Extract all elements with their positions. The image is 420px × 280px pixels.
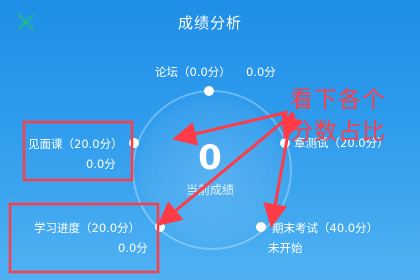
forum-label: 论坛（0.0分） — [155, 65, 231, 79]
progress-score: 0.0分 — [118, 241, 148, 255]
progress-label: 学习进度（20.0分） — [34, 221, 141, 235]
progress-dot — [155, 222, 165, 232]
lecture-dot — [129, 138, 139, 148]
current-score-label: 当前成绩 — [185, 183, 234, 197]
progress-highlight-box — [8, 202, 160, 274]
forum-dot — [204, 86, 214, 96]
quiz-dot — [280, 138, 290, 148]
page-title: 成绩分析 — [177, 14, 242, 32]
lecture-label: 见面课（20.0分） — [28, 137, 123, 151]
final-exam-label: 期末考试（40.0分） — [272, 221, 379, 235]
score-analysis-screen: 成绩分析 0 当前成绩 论坛（0.0分） 0.0分 见面课（20.0分） 0.0… — [0, 0, 420, 280]
annotation-line-1: 看下各个 — [290, 87, 386, 113]
current-score-value: 0 — [198, 138, 222, 178]
forum-score: 0.0分 — [246, 65, 276, 79]
lecture-score: 0.0分 — [86, 157, 116, 171]
annotation-line-2: 分数占比 — [290, 119, 386, 145]
final-exam-dot — [256, 222, 266, 232]
final-exam-status: 未开始 — [268, 241, 303, 255]
